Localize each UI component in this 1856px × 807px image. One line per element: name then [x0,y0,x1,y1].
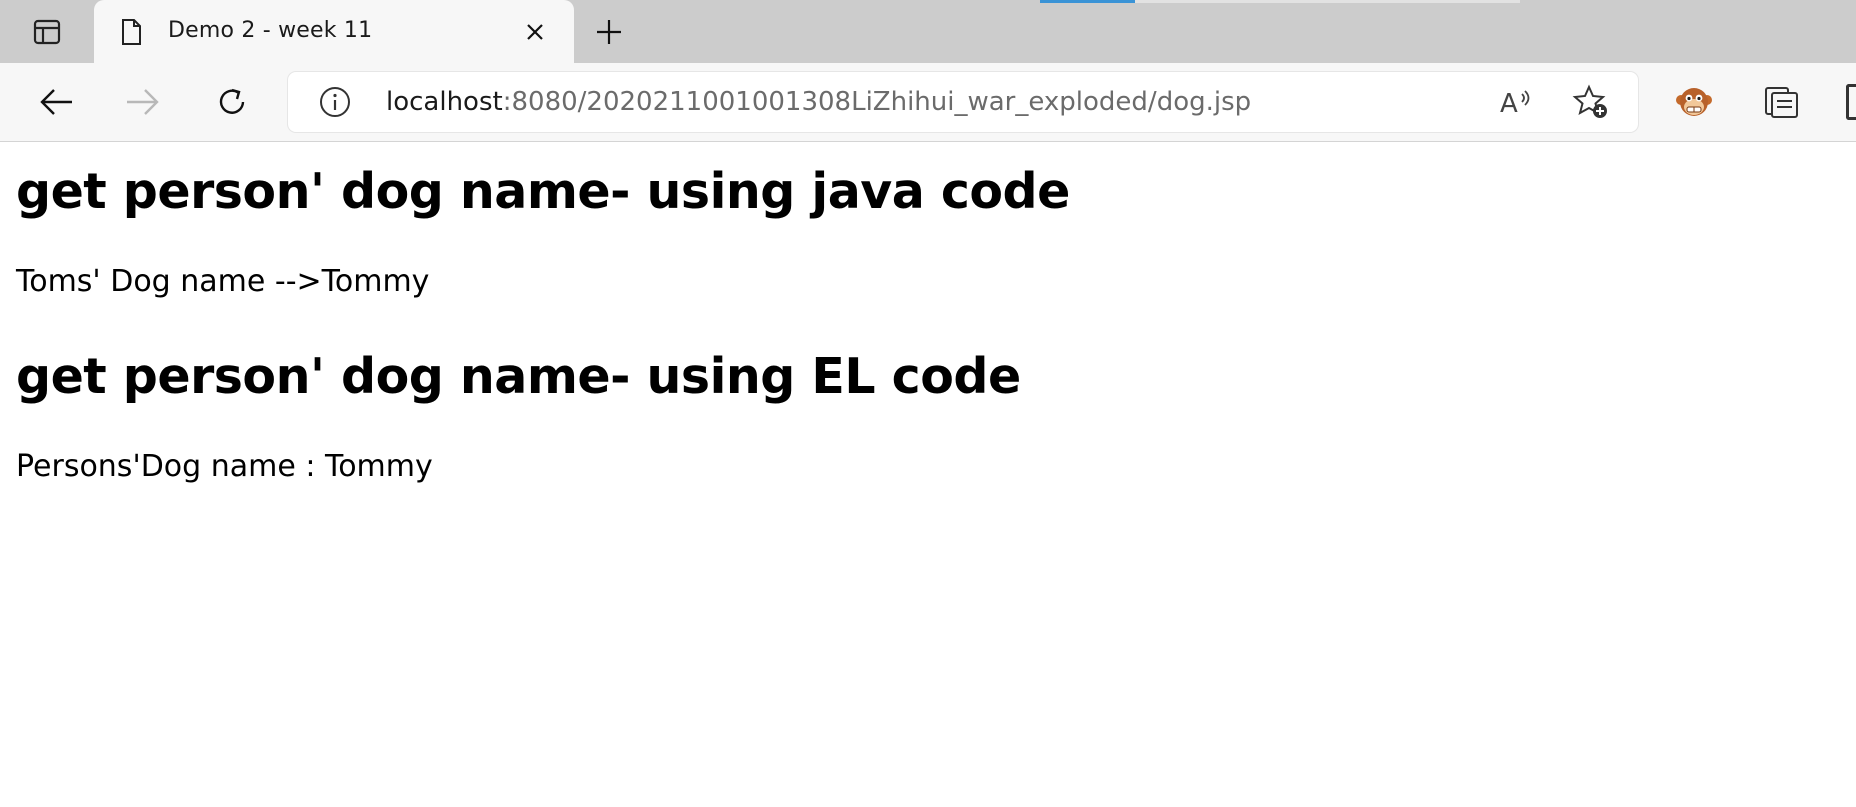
profile-button[interactable] [1846,84,1856,120]
info-icon[interactable] [318,85,352,119]
back-button[interactable] [34,80,78,124]
reload-icon [219,88,245,114]
tab-title: Demo 2 - week 11 [168,18,373,43]
tab-actions-icon [33,19,61,44]
loading-indicator [1040,0,1135,3]
forward-arrow-icon [127,89,159,115]
url-text[interactable]: localhost:8080/202021100100​1308LiZhihui… [386,87,1251,117]
forward-button[interactable] [121,80,165,124]
url-host: localhost [386,87,503,117]
collections-icon[interactable] [1762,82,1802,122]
heading-el: get person' dog name- using EL code [16,348,1021,405]
add-favorite-icon[interactable] [1572,83,1610,121]
heading-java: get person' dog name- using java code [16,163,1070,220]
loading-track [1135,0,1520,3]
tab-actions-button[interactable] [0,0,94,63]
tab-strip: Demo 2 - week 11 [0,0,1856,63]
reload-button[interactable] [210,80,254,124]
page-icon [122,19,141,45]
close-icon[interactable] [520,17,550,47]
browser-toolbar: localhost:8080/202021100100​1308LiZhihui… [0,63,1856,142]
monkey-extension-icon[interactable] [1674,82,1714,122]
read-aloud-icon[interactable]: A [1498,84,1534,120]
back-arrow-icon [40,89,72,115]
text-java: Toms' Dog name -->Tommy [16,264,430,299]
plus-icon[interactable] [592,15,626,49]
svg-text:A: A [1500,89,1518,119]
url-path: :8080/202021100100​1308LiZhihui_war_expl… [502,87,1252,117]
active-tab[interactable]: Demo 2 - week 11 [94,0,574,63]
address-bar[interactable]: localhost:8080/202021100100​1308LiZhihui… [288,72,1638,132]
text-el: Persons'Dog name : Tommy [16,449,433,484]
page-content: get person' dog name- using java code To… [0,143,1856,807]
